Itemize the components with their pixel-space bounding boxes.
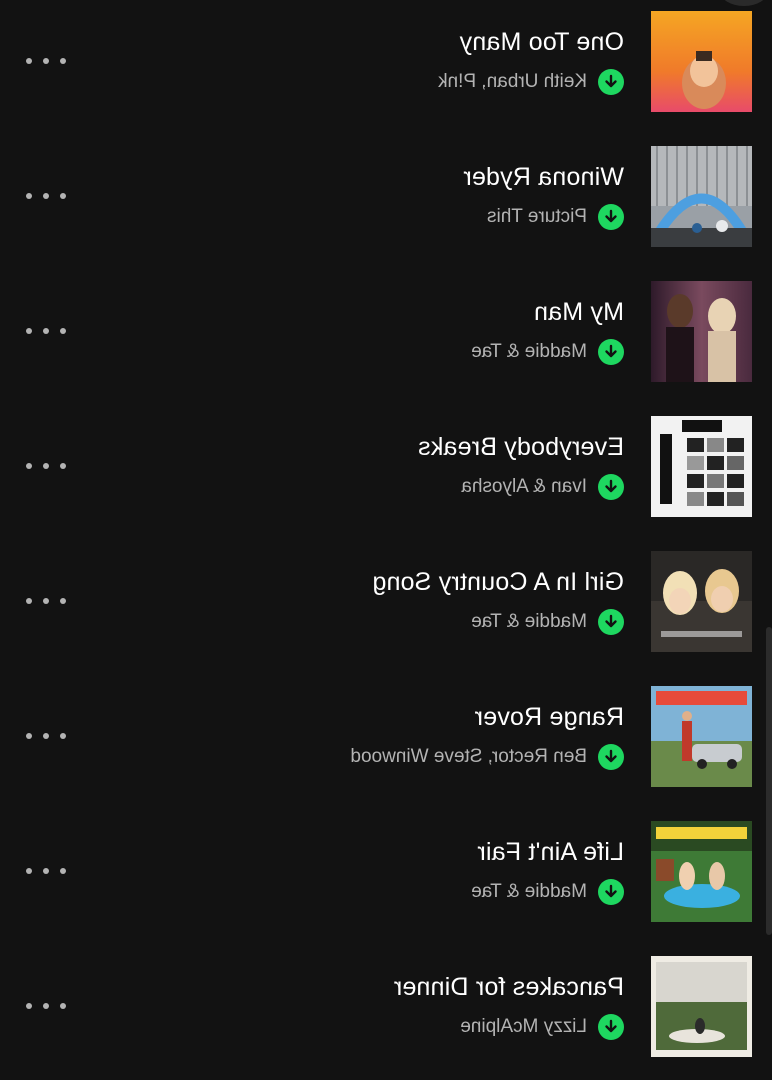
- track-title: My Man: [533, 298, 624, 326]
- track-subtitle: Keith Urban, P!nk: [438, 69, 624, 95]
- arrow-down-circle-icon: [598, 69, 624, 95]
- album-cover: [651, 281, 752, 382]
- track-title: Everybody Breaks: [417, 433, 624, 461]
- track-row[interactable]: Life Ain't Fair Maddie & Tae: [0, 810, 772, 930]
- more-options-icon[interactable]: [26, 861, 66, 881]
- track-row[interactable]: Girl In A Country Song Maddie & Tae: [0, 540, 772, 660]
- track-artist: Ben Rector, Steve Winwood: [350, 746, 587, 767]
- album-cover: [651, 956, 752, 1057]
- track-artist: Ivan & Alyosha: [461, 476, 587, 497]
- album-cover: [651, 11, 752, 112]
- track-title: Girl In A Country Song: [372, 568, 624, 596]
- track-artist: Lizzy McAlpine: [460, 1016, 587, 1037]
- track-subtitle: Maddie & Tae: [471, 609, 624, 635]
- more-options-icon[interactable]: [26, 996, 66, 1016]
- mirrored-screen: One Too Many Keith Urban, P!nk Winona Ry…: [0, 0, 772, 1080]
- more-options-icon[interactable]: [26, 726, 66, 746]
- track-subtitle: Maddie & Tae: [471, 339, 624, 365]
- arrow-down-circle-icon: [598, 744, 624, 770]
- track-title: Pancakes for Dinner: [393, 973, 624, 1001]
- track-subtitle: Picture This: [487, 204, 624, 230]
- arrow-down-circle-icon: [598, 609, 624, 635]
- album-cover: [651, 686, 752, 787]
- track-title: Range Rover: [474, 703, 624, 731]
- more-options-icon[interactable]: [26, 591, 66, 611]
- track-subtitle: Ivan & Alyosha: [461, 474, 624, 500]
- track-row[interactable]: Winona Ryder Picture This: [0, 135, 772, 255]
- arrow-down-circle-icon: [598, 204, 624, 230]
- track-artist: Maddie & Tae: [471, 611, 587, 632]
- track-row[interactable]: Everybody Breaks Ivan & Alyosha: [0, 405, 772, 525]
- track-artist: Keith Urban, P!nk: [438, 71, 587, 92]
- more-options-icon[interactable]: [26, 51, 66, 71]
- track-subtitle: Ben Rector, Steve Winwood: [350, 744, 624, 770]
- more-options-icon[interactable]: [26, 456, 66, 476]
- album-cover: [651, 146, 752, 247]
- album-cover: [651, 416, 752, 517]
- track-artist: Picture This: [487, 206, 587, 227]
- track-artist: Maddie & Tae: [471, 881, 587, 902]
- track-row[interactable]: Pancakes for Dinner Lizzy McAlpine: [0, 945, 772, 1065]
- arrow-down-circle-icon: [598, 474, 624, 500]
- track-row[interactable]: One Too Many Keith Urban, P!nk: [0, 0, 772, 120]
- track-row[interactable]: My Man Maddie & Tae: [0, 270, 772, 390]
- arrow-down-circle-icon: [598, 879, 624, 905]
- arrow-down-circle-icon: [598, 339, 624, 365]
- album-cover: [651, 551, 752, 652]
- arrow-down-circle-icon: [598, 1014, 624, 1040]
- track-artist: Maddie & Tae: [471, 341, 587, 362]
- track-title: Life Ain't Fair: [477, 838, 624, 866]
- more-options-icon[interactable]: [26, 186, 66, 206]
- album-cover: [651, 821, 752, 922]
- track-title: Winona Ryder: [463, 163, 624, 191]
- track-subtitle: Lizzy McAlpine: [460, 1014, 624, 1040]
- track-title: One Too Many: [459, 28, 624, 56]
- more-options-icon[interactable]: [26, 321, 66, 341]
- track-row[interactable]: Range Rover Ben Rector, Steve Winwood: [0, 675, 772, 795]
- track-subtitle: Maddie & Tae: [471, 879, 624, 905]
